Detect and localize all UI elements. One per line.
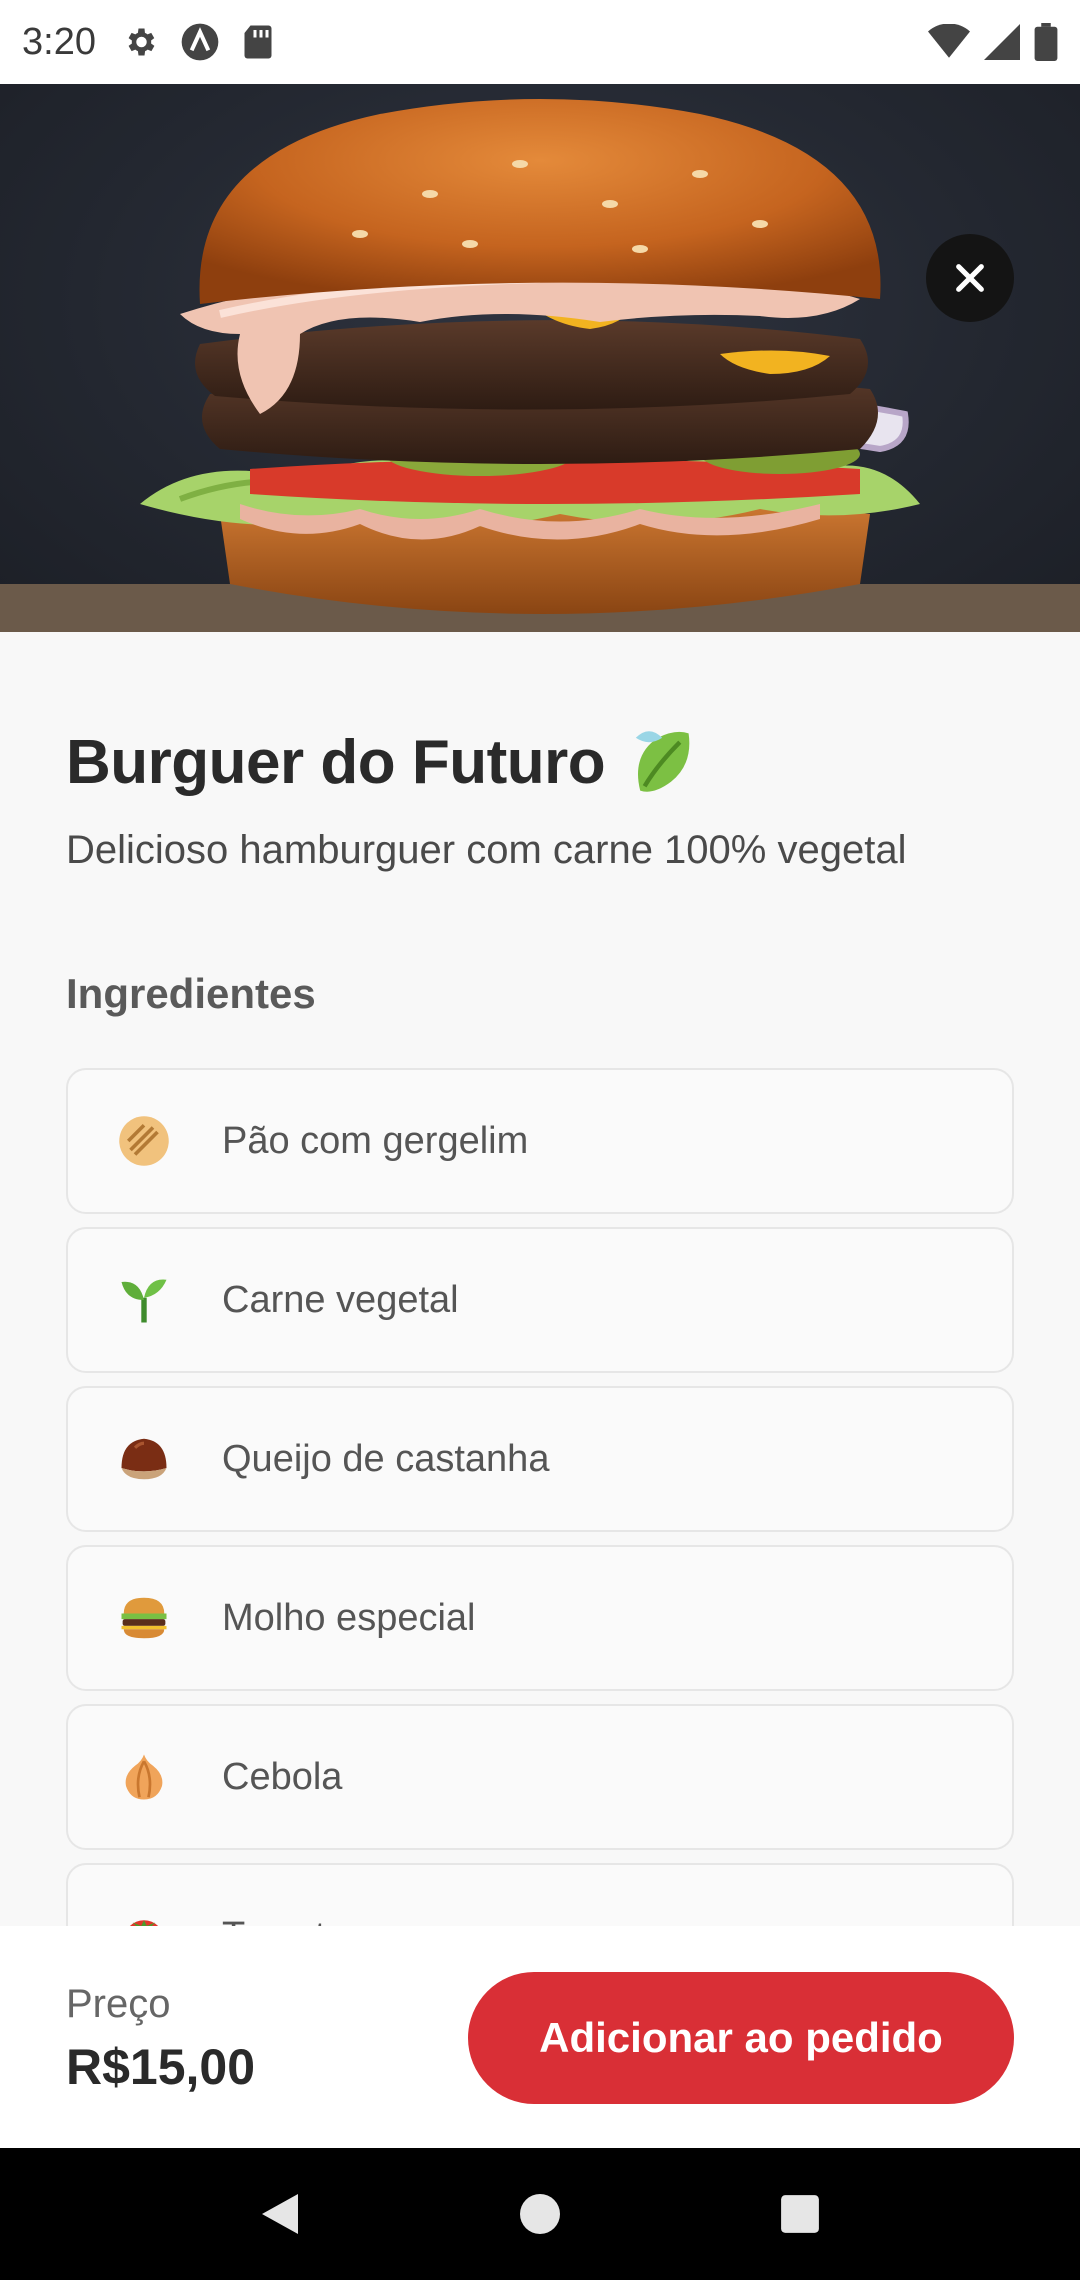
ingredient-item[interactable]: Molho especial bbox=[66, 1545, 1014, 1691]
ingredient-label: Molho especial bbox=[222, 1596, 476, 1639]
ingredient-label: Tomate bbox=[222, 1915, 347, 1927]
product-title: Burguer do Futuro bbox=[66, 727, 606, 797]
price-label: Preço bbox=[66, 1982, 171, 2026]
close-icon bbox=[956, 264, 984, 292]
leaf-icon bbox=[627, 724, 693, 800]
wifi-icon bbox=[928, 24, 970, 60]
ingredients-title: Ingredientes bbox=[66, 970, 316, 1017]
recents-icon bbox=[781, 2195, 819, 2233]
tomato-icon bbox=[112, 1904, 176, 1926]
ingredient-label: Carne vegetal bbox=[222, 1278, 459, 1321]
burger-illustration bbox=[0, 99, 1080, 632]
ingredient-label: Queijo de castanha bbox=[222, 1437, 550, 1480]
ingredients-list: Pão com gergelim Carne vegetal Queijo de… bbox=[66, 1068, 1014, 1926]
add-to-order-button[interactable]: Adicionar ao pedido bbox=[468, 1972, 1014, 2104]
home-button[interactable] bbox=[500, 2174, 580, 2254]
burger-photo bbox=[0, 84, 1080, 632]
ingredient-item[interactable]: Carne vegetal bbox=[66, 1227, 1014, 1373]
back-button[interactable] bbox=[240, 2174, 320, 2254]
system-nav-bar bbox=[0, 2148, 1080, 2280]
price-value: R$15,00 bbox=[66, 2039, 256, 2095]
ingredient-label: Cebola bbox=[222, 1755, 343, 1798]
recents-button[interactable] bbox=[760, 2174, 840, 2254]
onion-icon bbox=[112, 1745, 176, 1809]
chestnut-icon bbox=[112, 1427, 176, 1491]
ingredient-item[interactable]: Tomate bbox=[66, 1863, 1014, 1926]
status-icons-right bbox=[928, 23, 1058, 61]
ingredient-label: Pão com gergelim bbox=[222, 1119, 529, 1162]
title-row: Burguer do Futuro bbox=[66, 724, 693, 800]
sd-card-icon bbox=[242, 24, 274, 60]
burger-icon bbox=[112, 1586, 176, 1650]
status-time: 3:20 bbox=[22, 20, 96, 63]
home-icon bbox=[520, 2194, 560, 2234]
ingredient-item[interactable]: Queijo de castanha bbox=[66, 1386, 1014, 1532]
gear-icon bbox=[122, 24, 158, 60]
app-icon bbox=[180, 22, 220, 62]
bread-icon bbox=[112, 1109, 176, 1173]
order-bar: Preço R$15,00 Adicionar ao pedido bbox=[0, 1926, 1080, 2148]
product-detail-screen: 3:20 Burguer do Futuro Delicioso hamburg… bbox=[0, 0, 1080, 2280]
ingredient-item[interactable]: Cebola bbox=[66, 1704, 1014, 1850]
back-icon bbox=[262, 2194, 298, 2234]
signal-icon bbox=[984, 24, 1020, 60]
battery-icon bbox=[1034, 23, 1058, 61]
ingredient-item[interactable]: Pão com gergelim bbox=[66, 1068, 1014, 1214]
product-content: Burguer do Futuro Delicioso hamburguer c… bbox=[0, 632, 1080, 1926]
product-description: Delicioso hamburguer com carne 100% vege… bbox=[66, 828, 907, 872]
close-button[interactable] bbox=[926, 234, 1014, 322]
status-icons-left bbox=[122, 22, 274, 62]
seedling-icon bbox=[112, 1268, 176, 1332]
status-bar: 3:20 bbox=[0, 0, 1080, 84]
